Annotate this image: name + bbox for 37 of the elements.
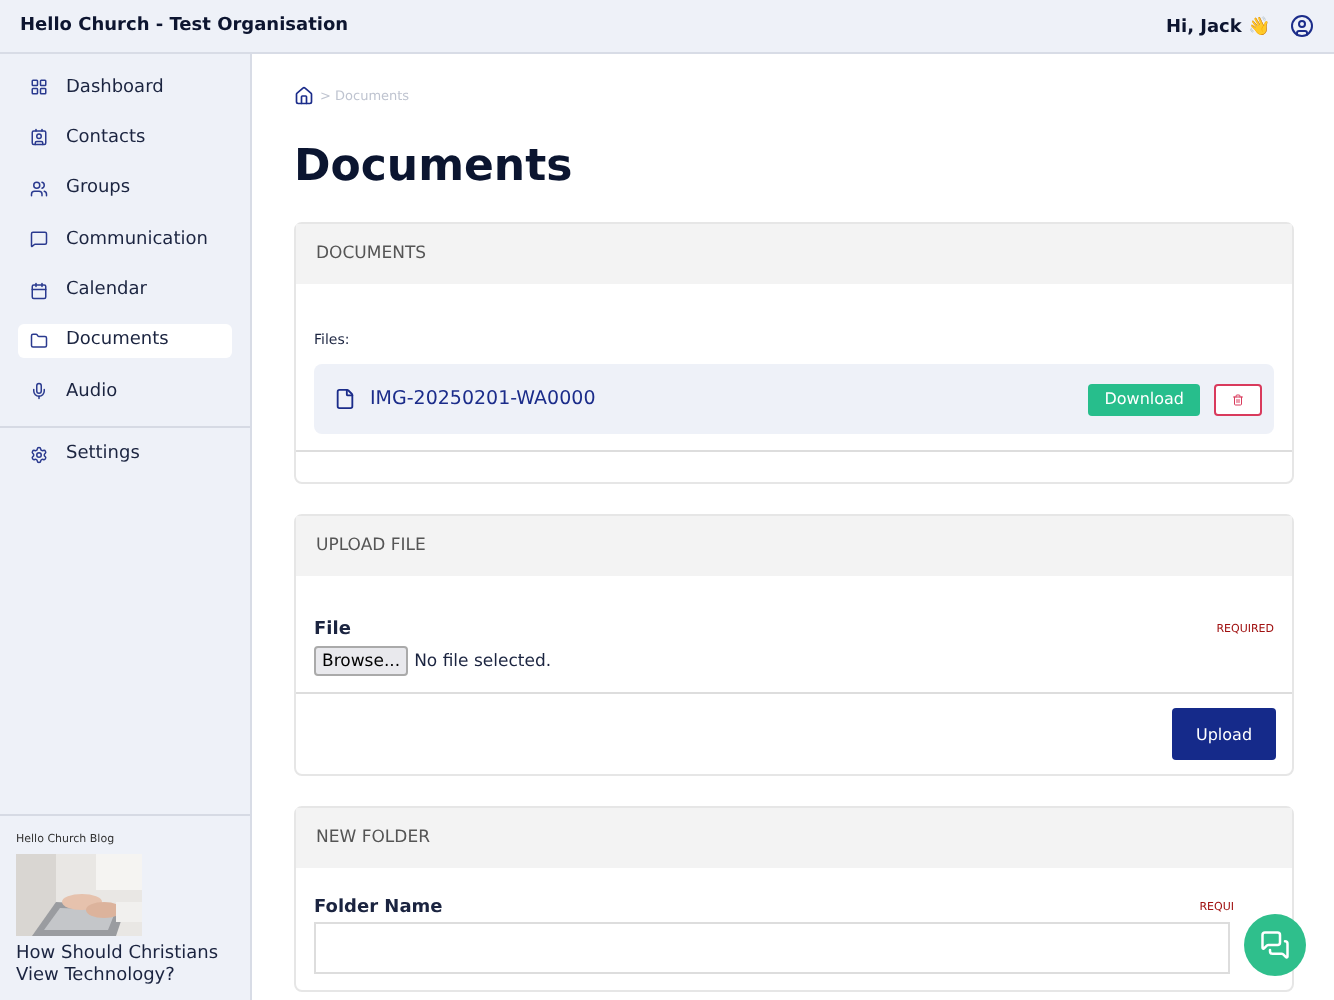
folder-icon: [30, 331, 48, 350]
upload-button[interactable]: Upload: [1172, 708, 1276, 760]
browse-button[interactable]: Browse...: [314, 646, 409, 676]
file-link[interactable]: IMG-20250201-WA0000: [370, 388, 1075, 410]
sidebar-item[interactable]: Communication: [18, 222, 232, 257]
file-icon: [334, 388, 356, 410]
home-icon[interactable]: [294, 86, 314, 106]
contact-card-icon: [30, 128, 48, 147]
card-header: DOCUMENTS: [296, 224, 1292, 284]
chat-icon: [1260, 930, 1290, 960]
microphone-icon: [30, 382, 48, 401]
card-header: UPLOAD FILE: [296, 516, 1292, 576]
settings-icon: [30, 445, 48, 464]
trash-icon: [1232, 393, 1244, 405]
delete-button[interactable]: [1214, 383, 1262, 415]
user-icon[interactable]: [1290, 14, 1314, 38]
sidebar-item[interactable]: Documents: [18, 323, 232, 358]
sidebar-item[interactable]: Contacts: [18, 120, 232, 155]
sidebar-item[interactable]: Audio: [18, 374, 232, 409]
page-title: Documents: [294, 142, 575, 192]
people-icon: [30, 179, 48, 198]
grid-icon: [30, 78, 48, 96]
card-header: NEW FOLDER: [296, 808, 1292, 868]
app-title: Hello Church - Test Organisation: [20, 16, 349, 36]
blog-post-title[interactable]: How Should Christians View Technology?: [16, 944, 234, 988]
folder-name-field[interactable]: [314, 922, 1230, 974]
calendar-icon: [30, 281, 48, 300]
message-icon: [30, 230, 48, 249]
file-status: No file selected.: [414, 651, 552, 671]
chat-button[interactable]: [1244, 914, 1306, 976]
sidebar-item[interactable]: Dashboard: [18, 70, 232, 104]
greeting: Hi, Jack 👋: [1165, 15, 1270, 37]
sidebar-item[interactable]: Groups: [18, 171, 232, 206]
field-label: Folder Name: [314, 898, 443, 918]
sidebar-item[interactable]: Settings: [18, 437, 232, 472]
sidebar-item[interactable]: Calendar: [18, 273, 232, 308]
field-label: File: [314, 620, 351, 640]
